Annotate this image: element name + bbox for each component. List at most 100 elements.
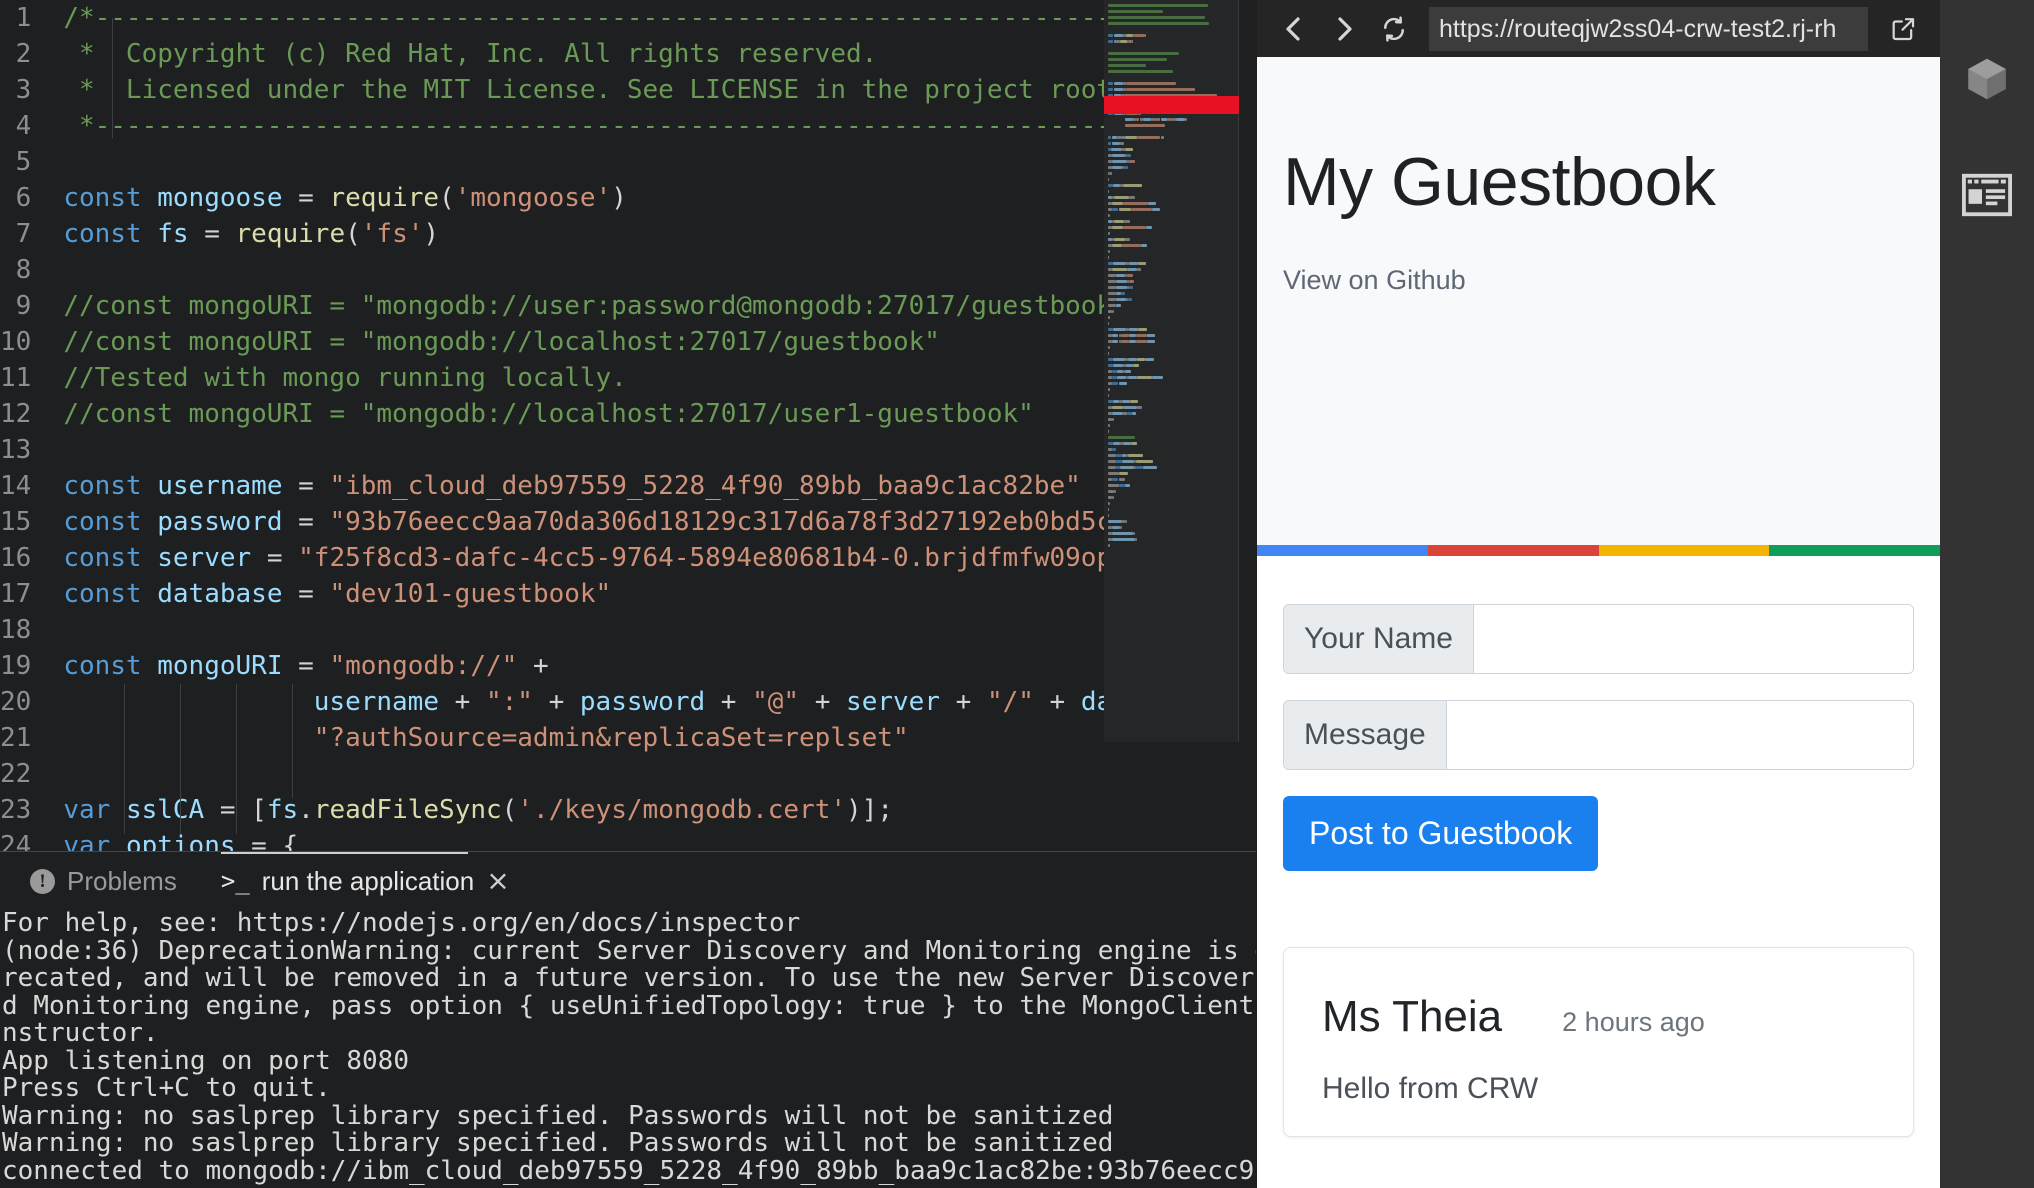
name-field-group: Your Name xyxy=(1283,604,1914,674)
chevron-right-icon xyxy=(1338,16,1352,41)
line-text: "?authSource=admin&replicaSet=replset" xyxy=(313,723,909,753)
entry-author: Ms Theia xyxy=(1322,992,1503,1041)
code-line: 17 const database = "dev101-guestbook" xyxy=(0,576,1104,612)
preview-iframe[interactable]: My Guestbook View on Github Your Name Me… xyxy=(1257,57,1940,1188)
minimap-line xyxy=(1108,142,1236,146)
code-line: 20 username + ":" + password + "@" + ser… xyxy=(0,684,1104,720)
minimap[interactable] xyxy=(1104,0,1239,851)
indent-guide xyxy=(180,684,181,834)
github-link[interactable]: View on Github xyxy=(1283,265,1914,296)
reload-button[interactable] xyxy=(1371,7,1417,51)
line-number: 16 xyxy=(0,543,32,573)
line-text: username + ":" + password + "@" + server… xyxy=(313,687,1104,717)
close-icon[interactable]: × xyxy=(486,867,509,895)
message-field-group: Message xyxy=(1283,700,1914,770)
minimap-line xyxy=(1108,244,1236,248)
url-input[interactable]: https://routeqjw2ss04-crw-test2.rj-rh xyxy=(1429,6,1868,51)
minimap-line xyxy=(1108,196,1236,200)
minimap-line xyxy=(1108,316,1236,320)
minimap-line xyxy=(1108,526,1236,530)
minimap-line xyxy=(1108,466,1236,470)
line-text xyxy=(53,612,1104,648)
code-line: 23 var sslCA = [fs.readFileSync('./keys/m… xyxy=(0,792,1104,828)
line-text: var options = { xyxy=(63,831,299,851)
line-number: 8 xyxy=(15,255,32,285)
code-line: 2 * Copyright (c) Red Hat, Inc. All righ… xyxy=(0,36,1104,72)
message-label: Message xyxy=(1284,701,1447,769)
bottom-panel[interactable]: ! Problems >_ run the application × For … xyxy=(0,851,1256,1188)
line-number: 13 xyxy=(0,435,32,465)
minimap-line xyxy=(1108,544,1236,548)
line-number: 21 xyxy=(0,723,32,753)
entry-timestamp: 2 hours ago xyxy=(1562,1007,1705,1037)
code-line: 4 *-------------------------------------… xyxy=(0,108,1104,144)
minimap-line xyxy=(1108,322,1236,326)
minimap-line xyxy=(1108,406,1236,410)
indent-guide xyxy=(236,684,237,834)
minimap-line xyxy=(1108,166,1236,170)
code-line: 12 //const mongoURI = "mongodb://localhos… xyxy=(0,396,1104,432)
minimap-line xyxy=(1108,10,1236,14)
code-editor[interactable]: 1 /*-------------------------------------… xyxy=(0,0,1256,851)
name-input[interactable] xyxy=(1473,605,1913,673)
minimap-line xyxy=(1108,508,1236,512)
minimap-line xyxy=(1108,418,1236,422)
panel-tab-label: run the application xyxy=(261,865,475,896)
activity-bar[interactable] xyxy=(1940,0,2034,1188)
message-input[interactable] xyxy=(1446,701,1913,769)
minimap-line xyxy=(1108,82,1236,86)
minimap-line xyxy=(1108,124,1236,128)
minimap-line xyxy=(1108,424,1236,428)
code-line: 5 xyxy=(0,144,1104,180)
line-number: 15 xyxy=(0,507,32,537)
minimap-line xyxy=(1108,46,1236,50)
code-line: 11 //Tested with mongo running locally. xyxy=(0,360,1104,396)
activity-item-preview[interactable] xyxy=(1940,148,2034,242)
panel-tab-problems[interactable]: ! Problems xyxy=(8,852,199,910)
line-text xyxy=(53,252,1104,288)
line-number: 22 xyxy=(0,759,32,789)
minimap-line xyxy=(1108,70,1236,74)
line-number: 12 xyxy=(0,399,32,429)
minimap-line xyxy=(1108,442,1236,446)
open-external-button[interactable] xyxy=(1880,7,1926,51)
minimap-line xyxy=(1108,178,1236,182)
back-button[interactable] xyxy=(1271,7,1317,51)
minimap-line xyxy=(1108,430,1236,434)
minimap-line xyxy=(1108,388,1236,392)
minimap-line xyxy=(1108,328,1236,332)
minimap-line xyxy=(1108,154,1236,158)
line-number: 24 xyxy=(0,831,32,851)
post-to-guestbook-button[interactable]: Post to Guestbook xyxy=(1283,796,1599,871)
code-line: 10 //const mongoURI = "mongodb://localhos… xyxy=(0,324,1104,360)
guestbook-entry: Ms Theia 2 hours ago Hello from CRW xyxy=(1283,947,1914,1137)
code-line: 18 xyxy=(0,612,1104,648)
minimap-line xyxy=(1108,118,1236,122)
indent-guide xyxy=(124,684,125,834)
line-number: 23 xyxy=(0,795,32,825)
minimap-line xyxy=(1108,394,1236,398)
panel-tab-terminal[interactable]: >_ run the application × xyxy=(199,852,532,910)
brand-stripe xyxy=(1257,545,1940,556)
minimap-line xyxy=(1108,472,1236,476)
panel-tabs[interactable]: ! Problems >_ run the application × xyxy=(0,852,1256,910)
activity-item-extensions[interactable] xyxy=(1940,32,2034,126)
line-text: const mongoose = require('mongoose') xyxy=(63,183,627,213)
line-text: const server = "f25f8cd3-dafc-4cc5-9764-… xyxy=(63,543,1104,573)
line-text xyxy=(53,756,1104,792)
minimap-line xyxy=(1108,502,1236,506)
code-line: 3 * Licensed under the MIT License. See … xyxy=(0,72,1104,108)
line-number: 4 xyxy=(15,111,32,141)
code-scroll-area[interactable]: 1 /*-------------------------------------… xyxy=(0,0,1104,851)
cube-icon xyxy=(1968,58,2006,100)
line-text: /*--------------------------------------… xyxy=(63,3,1104,33)
preview-panel-icon xyxy=(1962,173,2012,217)
external-link-icon xyxy=(1892,17,1915,40)
forward-button[interactable] xyxy=(1321,7,1367,51)
preview-panel[interactable]: https://routeqjw2ss04-crw-test2.rj-rh My… xyxy=(1257,0,1940,1188)
line-text: //const mongoURI = "mongodb://user:passw… xyxy=(63,291,1104,321)
code-line: 19 const mongoURI = "mongodb://" + xyxy=(0,648,1104,684)
minimap-line xyxy=(1108,76,1236,80)
minimap-line xyxy=(1108,214,1236,218)
minimap-line xyxy=(1108,34,1236,38)
